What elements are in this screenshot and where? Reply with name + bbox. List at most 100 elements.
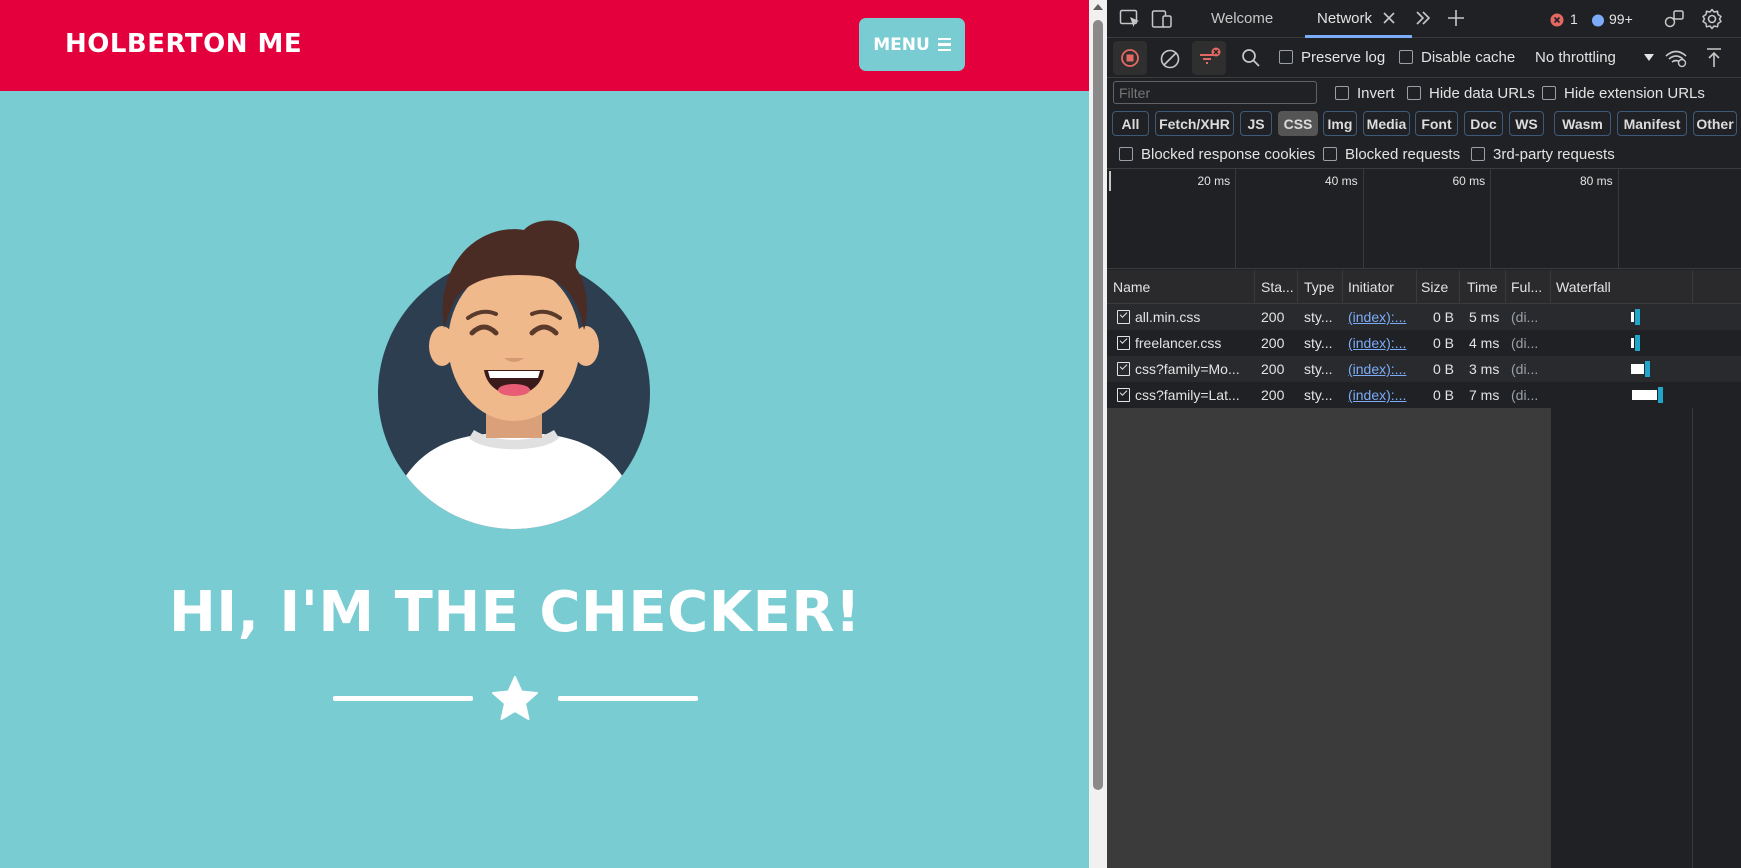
type-filter-chip[interactable]: Media (1363, 111, 1410, 136)
blocked-cookies-checkbox[interactable] (1119, 147, 1133, 161)
waterfall-download-bar (1644, 361, 1650, 377)
stop-recording-icon (1121, 49, 1139, 67)
col-type[interactable]: Type (1304, 279, 1334, 295)
timeline-gridline (1617, 169, 1619, 269)
col-waterfall[interactable]: Waterfall (1556, 279, 1611, 295)
record-button[interactable] (1113, 41, 1147, 75)
add-tab-plus-icon[interactable] (1447, 9, 1465, 27)
cell-time: 5 ms (1469, 309, 1500, 325)
col-time[interactable]: Time (1467, 279, 1498, 295)
third-party-checkbox[interactable] (1471, 147, 1485, 161)
type-filter-chip[interactable]: Doc (1464, 111, 1503, 136)
type-filter-chip[interactable]: Manifest (1617, 111, 1687, 136)
waterfall-waiting-bar (1630, 312, 1634, 322)
cell-type: sty... (1304, 387, 1333, 403)
messages-count[interactable]: 99+ (1609, 11, 1633, 27)
cell-time: 3 ms (1469, 361, 1500, 377)
invert-label: Invert (1357, 85, 1395, 102)
type-filter-chip[interactable]: Fetch/XHR (1155, 111, 1234, 136)
cell-status: 200 (1261, 387, 1285, 403)
cell-name[interactable]: all.min.css (1135, 309, 1253, 325)
cell-name[interactable]: css?family=Mo... (1135, 361, 1253, 377)
scrollbar-thumb[interactable] (1093, 20, 1103, 790)
more-tabs-chevron-icon[interactable] (1415, 11, 1431, 25)
throttling-value: No throttling (1535, 49, 1616, 66)
tab-network[interactable]: Network (1317, 10, 1372, 27)
waterfall-waiting-bar (1630, 338, 1634, 348)
site-brand[interactable]: HOLBERTON ME (65, 29, 302, 59)
preserve-log-checkbox[interactable] (1279, 50, 1293, 64)
request-row[interactable]: css?family=Lat... 200 sty... (index):... 0 B… (1107, 382, 1741, 408)
cell-size: 0 B (1433, 387, 1455, 403)
menu-label: MENU (873, 34, 930, 55)
blocked-requests-checkbox[interactable] (1323, 147, 1337, 161)
request-row[interactable]: all.min.css 200 sty... (index):... 0 B 5 ms (d… (1107, 304, 1741, 330)
tab-welcome[interactable]: Welcome (1211, 10, 1273, 27)
col-initiator[interactable]: Initiator (1348, 279, 1394, 295)
disable-cache-checkbox[interactable] (1399, 50, 1413, 64)
stylesheet-file-icon (1117, 388, 1130, 402)
cell-time: 4 ms (1469, 335, 1500, 351)
cell-initiator[interactable]: (index):... (1348, 387, 1414, 403)
type-filter-chip[interactable]: Img (1323, 111, 1357, 136)
timeline-gridline (1490, 169, 1491, 269)
menu-button[interactable]: MENU (859, 18, 965, 71)
cell-initiator[interactable]: (index):... (1348, 361, 1414, 377)
error-count-icon[interactable] (1550, 13, 1564, 27)
cell-status: 200 (1261, 361, 1285, 377)
cell-initiator[interactable]: (index):... (1348, 335, 1414, 351)
search-icon[interactable] (1241, 48, 1261, 68)
blocked-filters-row: Blocked response cookies Blocked request… (1107, 140, 1741, 169)
timeline-tick-label: 80 ms (1580, 174, 1613, 188)
timeline-overview[interactable]: 20 ms40 ms60 ms80 ms100 ms (1107, 169, 1741, 269)
timeline-tick-label: 40 ms (1325, 174, 1358, 188)
type-filter-chip[interactable]: CSS (1278, 111, 1318, 136)
customize-devtools-icon[interactable] (1663, 9, 1685, 29)
third-party-label: 3rd-party requests (1493, 146, 1615, 163)
type-filter-chip[interactable]: JS (1240, 111, 1272, 136)
col-name[interactable]: Name (1113, 279, 1150, 295)
error-count[interactable]: 1 (1570, 11, 1578, 27)
import-har-icon[interactable] (1705, 47, 1723, 69)
timeline-tick-label: 60 ms (1452, 174, 1486, 188)
cell-time: 7 ms (1469, 387, 1500, 403)
clear-log-icon[interactable] (1160, 49, 1180, 69)
request-row[interactable]: css?family=Mo... 200 sty... (index):... 0 B 3… (1107, 356, 1741, 382)
network-conditions-icon[interactable] (1664, 48, 1688, 68)
throttling-select[interactable]: No throttling (1527, 43, 1657, 71)
inspect-element-icon[interactable] (1119, 9, 1141, 29)
col-fulfilled[interactable]: Ful... (1511, 279, 1542, 295)
blocked-requests-label: Blocked requests (1345, 146, 1461, 163)
hide-data-urls-label: Hide data URLs (1429, 85, 1535, 102)
scroll-up-arrow-icon[interactable] (1093, 4, 1103, 10)
request-row[interactable]: freelancer.css 200 sty... (index):... 0 B 4 m… (1107, 330, 1741, 356)
cell-name[interactable]: css?family=Lat... (1135, 387, 1253, 403)
cell-size: 0 B (1433, 361, 1455, 377)
invert-checkbox[interactable] (1335, 86, 1349, 100)
filter-toggle-button[interactable] (1192, 41, 1226, 75)
cell-initiator[interactable]: (index):... (1348, 309, 1414, 325)
type-filter-chip[interactable]: Font (1415, 111, 1458, 136)
cell-size: 0 B (1433, 335, 1455, 351)
settings-gear-icon[interactable] (1701, 8, 1723, 30)
waterfall-download-bar (1658, 387, 1664, 403)
cell-name[interactable]: freelancer.css (1135, 335, 1253, 351)
close-tab-icon[interactable] (1383, 12, 1395, 24)
hide-extension-urls-checkbox[interactable] (1542, 86, 1556, 100)
timeline-gridline (1235, 169, 1236, 269)
star-divider (333, 676, 698, 720)
type-filter-chip[interactable]: Other (1693, 111, 1737, 136)
hide-data-urls-checkbox[interactable] (1407, 86, 1421, 100)
messages-count-icon[interactable] (1591, 14, 1605, 28)
type-filter-chip[interactable]: Wasm (1554, 111, 1611, 136)
network-toolbar: Preserve log Disable cache No throttling (1107, 38, 1741, 78)
col-size[interactable]: Size (1421, 279, 1448, 295)
cell-type: sty... (1304, 361, 1333, 377)
page-scrollbar[interactable] (1089, 0, 1107, 868)
col-status[interactable]: Sta... (1261, 279, 1294, 295)
type-filter-chip[interactable]: WS (1509, 111, 1544, 136)
waterfall-waiting-bar (1631, 390, 1658, 400)
type-filter-chip[interactable]: All (1112, 111, 1149, 136)
filter-input[interactable] (1113, 81, 1317, 104)
device-toolbar-icon[interactable] (1151, 9, 1173, 29)
